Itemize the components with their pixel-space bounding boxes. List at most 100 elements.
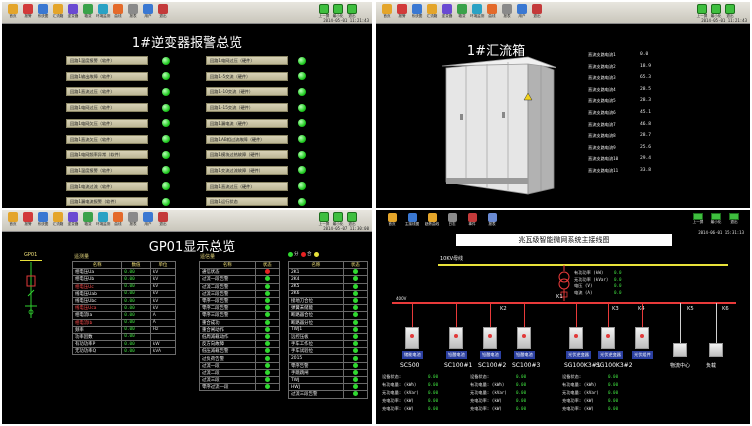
alarm-item-left[interactable]: 回路1电网欠压（软件） [66, 118, 148, 128]
alarm-item-left[interactable]: 回路1温度报警（软件） [66, 165, 148, 175]
alarm-item-right[interactable]: 回路1-10交流（硬件） [206, 87, 288, 97]
unit-cabinet-icon[interactable] [517, 327, 531, 349]
toolbar-button[interactable]: 报表 [500, 3, 514, 23]
toolbar-button[interactable]: 逆变器 [66, 3, 80, 23]
measure-unit: kV [149, 304, 177, 313]
unit-cabinet-icon[interactable] [405, 327, 419, 349]
unit-cabinet-icon[interactable] [569, 327, 583, 349]
toolbar-button[interactable]: 逆变器 [440, 3, 454, 23]
measure-value: 0.00 [121, 304, 151, 313]
toolbar-button[interactable]: 汇流箱 [425, 3, 439, 23]
toolbar-button[interactable]: 箱变 [455, 3, 469, 23]
alarm-item-right[interactable]: 回路1运行状态 [206, 197, 288, 207]
unit-cabinet-icon[interactable] [449, 327, 463, 349]
signal-status [342, 332, 369, 342]
toolbar-right-button[interactable]: 最小化 [708, 213, 724, 225]
toolbar-button[interactable]: 首页 [6, 211, 20, 231]
alarm-item-left[interactable]: 回路1直流过压（软件） [66, 87, 148, 97]
toolbar-button[interactable]: 报警 [395, 3, 409, 23]
toolbar-button[interactable]: 主接线图 [404, 213, 420, 227]
toolbar-button[interactable]: 报警 [21, 3, 35, 23]
toolbar-icon [472, 4, 482, 14]
toolbar-button[interactable]: 首页 [6, 3, 20, 23]
toolbar-button[interactable]: 首页 [380, 3, 394, 23]
toolbar-button[interactable]: 用户 [141, 211, 155, 231]
alarm-item-left[interactable]: 回路1输出故障（软件） [66, 71, 148, 81]
status-dot [352, 290, 358, 296]
alarm-item-left[interactable]: 回路1温度报警（软件） [66, 56, 148, 65]
alarm-item-right[interactable]: 回路1交流过流故障（硬件） [206, 165, 288, 175]
alarm-item-left[interactable]: 回路1电网频率异常（软件） [66, 150, 148, 160]
toolbar-button[interactable]: 环境监测 [96, 3, 110, 23]
branch-current-value: 0.0 [640, 52, 649, 57]
alarm-item-right[interactable]: 回路1漏电流（硬件） [206, 118, 288, 128]
toolbar-button[interactable]: 系统图 [36, 211, 50, 231]
toolbar-button[interactable]: 箱变 [81, 211, 95, 231]
toolbar-button[interactable]: 首页 [384, 213, 400, 227]
status-led [298, 182, 306, 191]
unit-name: SC100#2 [478, 362, 507, 369]
alarm-item-right[interactable]: 回路1电网过压（硬件） [206, 56, 288, 65]
toolbar-right-button[interactable]: 退出 [726, 213, 742, 225]
toolbar-button[interactable]: 曲线 [111, 211, 125, 231]
toolbar-button[interactable]: 系统图 [410, 3, 424, 23]
alarm-item-left[interactable]: 回路1电网过压（软件） [66, 103, 148, 113]
toolbar-button[interactable]: 系统图 [36, 3, 50, 23]
alarm-item-right[interactable]: 回路1直流过压（硬件） [206, 181, 288, 191]
alarm-item-right[interactable]: 回路1AB相过流故障（硬件） [206, 134, 288, 144]
toolbar-right-button[interactable]: 上一屏 [690, 213, 706, 225]
load-building-icon[interactable] [709, 343, 723, 357]
toolbar-button[interactable]: 箱变 [81, 3, 95, 23]
status-led [298, 87, 306, 96]
alarm-item-left[interactable]: 回路1电流过流（软件） [66, 181, 148, 191]
unit-status-dot [606, 334, 610, 338]
alarm-item-left[interactable]: 回路1直流欠压（软件） [66, 134, 148, 144]
status-led [162, 166, 170, 175]
toolbar-button[interactable]: 环境监测 [96, 211, 110, 231]
toolbar-button[interactable]: 环境监测 [470, 3, 484, 23]
toolbar-button[interactable]: 汇流箱 [51, 3, 65, 23]
table-row: 手车试验位 [288, 347, 369, 356]
stat-value: 0.00 [608, 382, 619, 387]
signal-status [342, 275, 369, 284]
alarm-item-right[interactable]: 回路1-15交流（硬件） [206, 103, 288, 113]
status-dot [352, 377, 358, 383]
load-building-icon[interactable] [673, 343, 687, 357]
alarm-item-right[interactable]: 回路1-5交流（硬件） [206, 71, 288, 81]
toolbar-button[interactable]: 事件 [464, 213, 480, 227]
toolbar-button[interactable]: 曲线 [111, 3, 125, 23]
toolbar-button[interactable]: 逆变器 [66, 211, 80, 231]
toolbar-icon [447, 213, 457, 222]
toolbar-button[interactable]: 退出 [530, 3, 544, 23]
readout-value: 0.0 [614, 283, 622, 288]
table-row: TWJ [288, 375, 369, 385]
toolbar-icon [113, 4, 123, 14]
toolbar-button[interactable]: 曲线 [485, 3, 499, 23]
toolbar-button[interactable]: 日志 [444, 213, 460, 227]
toolbar-button[interactable]: 报表 [484, 213, 500, 227]
toolbar-label: 首页 [9, 222, 17, 226]
alarm-item-right[interactable]: 回路1模块过热故障（硬件） [206, 150, 288, 160]
unit-cabinet-icon[interactable] [601, 327, 615, 349]
toolbar-button[interactable]: 汇流箱 [51, 211, 65, 231]
unit-cabinet-icon[interactable] [635, 327, 649, 349]
toolbar-button[interactable]: 报表 [126, 3, 140, 23]
stat-value: 0.00 [428, 406, 439, 411]
toolbar-label: 日志 [448, 222, 456, 226]
toolbar-button[interactable]: 趋势曲线 [424, 213, 440, 227]
status-dot [264, 348, 270, 354]
toolbar-icon [53, 212, 63, 222]
toolbar-right-label: 最小化 [710, 220, 722, 224]
unit-name: SC500 [400, 362, 420, 369]
toolbar-button[interactable]: 用户 [141, 3, 155, 23]
alarm-item-left[interactable]: 回路1漏电流报警（软件） [66, 197, 148, 207]
toolbar-button[interactable]: 退出 [156, 211, 170, 231]
toolbar-button[interactable]: 报警 [21, 211, 35, 231]
toolbar-right-label: 退出 [730, 220, 738, 224]
column-header: 单位 [149, 260, 177, 270]
toolbar-button[interactable]: 报表 [126, 211, 140, 231]
toolbar-button[interactable]: 用户 [515, 3, 529, 23]
toolbar-button[interactable]: 退出 [156, 3, 170, 23]
stat-value: 0.00 [428, 390, 439, 395]
unit-cabinet-icon[interactable] [483, 327, 497, 349]
